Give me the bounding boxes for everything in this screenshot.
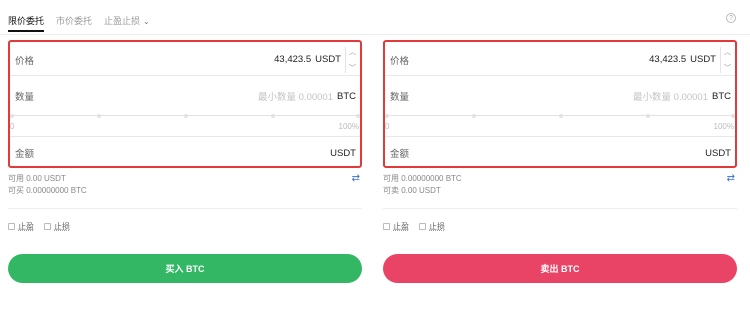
buy-total-field[interactable]: 金额 USDT — [10, 138, 360, 168]
chevron-up-icon[interactable]: ︿ — [724, 47, 731, 57]
buy-percent-slider[interactable]: 0 100% — [10, 114, 360, 137]
swap-arrows-icon[interactable]: ⇄ — [352, 173, 360, 185]
sell-btc-button[interactable]: 卖出 BTC — [383, 254, 737, 283]
buy-price-value[interactable]: 43,423.5 — [274, 54, 311, 65]
buy-price-unit: USDT — [315, 54, 341, 65]
slider-tick[interactable] — [385, 114, 389, 118]
sell-available: 可用 0.00000000 BTC — [383, 174, 462, 183]
slider-tick[interactable] — [731, 114, 735, 118]
sell-divider — [383, 208, 737, 209]
buy-order-form: 价格 43,423.5 USDT ︿ ﹀ 数量 最小数量 0.00001 BTC — [8, 40, 362, 168]
buy-stop-loss-label: 止损 — [54, 222, 70, 231]
buy-amount-field[interactable]: 数量 最小数量 0.00001 BTC — [10, 80, 360, 112]
sell-amount-unit: BTC — [712, 90, 731, 102]
sell-price-value[interactable]: 43,423.5 — [649, 54, 686, 65]
slider-tick[interactable] — [97, 114, 101, 118]
sell-price-unit: USDT — [690, 54, 716, 65]
buy-divider — [8, 208, 362, 209]
chevron-down-icon[interactable]: ﹀ — [724, 63, 731, 73]
buy-tpsl-options: 止盈 止损 — [8, 221, 362, 232]
buy-available: 可用 0.00 USDT — [8, 174, 66, 183]
sell-tpsl-options: 止盈 止损 — [383, 221, 737, 232]
checkbox-box[interactable] — [419, 223, 426, 230]
tabs-divider — [0, 34, 750, 35]
sell-stop-loss-checkbox[interactable]: 止损 — [419, 221, 445, 232]
sell-price-field[interactable]: 价格 43,423.5 USDT ︿ ﹀ — [385, 44, 735, 76]
buy-price-field[interactable]: 价格 43,423.5 USDT ︿ ﹀ — [10, 44, 360, 76]
tab-limit-order[interactable]: 限价委托 — [8, 14, 45, 32]
sell-stop-loss-label: 止损 — [429, 222, 445, 231]
sell-balance-info: 可用 0.00000000 BTC 可卖 0.00 USDT ⇄ — [383, 173, 737, 201]
sell-amount-field[interactable]: 数量 最小数量 0.00001 BTC — [385, 80, 735, 112]
buy-panel: 价格 43,423.5 USDT ︿ ﹀ 数量 最小数量 0.00001 BTC — [8, 40, 362, 283]
sell-total-unit: USDT — [705, 147, 731, 159]
sell-take-profit-label: 止盈 — [393, 222, 409, 231]
buy-btc-button[interactable]: 买入 BTC — [8, 254, 362, 283]
tab-market-order[interactable]: 市价委托 — [56, 14, 92, 27]
slider-tick[interactable] — [472, 114, 476, 118]
slider-max-label: 100% — [338, 122, 359, 131]
slider-track[interactable] — [10, 114, 360, 118]
buy-price-stepper[interactable]: ︿ ﹀ — [345, 47, 359, 73]
slider-tick[interactable] — [184, 114, 188, 118]
sell-take-profit-checkbox[interactable]: 止盈 — [383, 221, 409, 232]
slider-min-label: 0 — [10, 122, 15, 131]
buy-max-amount: 可买 0.00000000 BTC — [8, 186, 87, 195]
buy-amount-label: 数量 — [15, 92, 35, 103]
checkbox-box[interactable] — [383, 223, 390, 230]
slider-max-label: 100% — [713, 122, 734, 131]
buy-take-profit-checkbox[interactable]: 止盈 — [8, 221, 34, 232]
sell-order-form: 价格 43,423.5 USDT ︿ ﹀ 数量 最小数量 0.00001 BTC — [383, 40, 737, 168]
order-type-tabs: 限价委托 市价委托 止盈止损 ⌄ — [8, 10, 150, 32]
tab-stop-order-label: 止盈止损 — [104, 15, 141, 26]
buy-stop-loss-checkbox[interactable]: 止损 — [44, 221, 70, 232]
sell-max-amount: 可卖 0.00 USDT — [383, 186, 441, 195]
chevron-down-icon[interactable]: ﹀ — [349, 63, 356, 73]
sell-total-field[interactable]: 金额 USDT — [385, 138, 735, 168]
buy-take-profit-label: 止盈 — [18, 222, 34, 231]
sell-amount-label: 数量 — [390, 92, 410, 103]
slider-tick[interactable] — [559, 114, 563, 118]
buy-amount-placeholder[interactable]: 最小数量 0.00001 — [258, 89, 333, 103]
question-circle-icon[interactable]: ? — [726, 13, 736, 23]
slider-tick[interactable] — [646, 114, 650, 118]
swap-arrows-icon[interactable]: ⇄ — [727, 173, 735, 185]
sell-panel: 价格 43,423.5 USDT ︿ ﹀ 数量 最小数量 0.00001 BTC — [383, 40, 737, 283]
chevron-up-icon[interactable]: ︿ — [349, 47, 356, 57]
buy-price-label: 价格 — [15, 55, 35, 67]
slider-tick[interactable] — [10, 114, 14, 118]
slider-track[interactable] — [385, 114, 735, 118]
slider-min-label: 0 — [385, 122, 390, 131]
buy-balance-info: 可用 0.00 USDT 可买 0.00000000 BTC ⇄ — [8, 173, 362, 201]
buy-amount-unit: BTC — [337, 90, 356, 102]
slider-tick[interactable] — [271, 114, 275, 118]
sell-percent-slider[interactable]: 0 100% — [385, 114, 735, 137]
checkbox-box[interactable] — [8, 223, 15, 230]
sell-amount-placeholder[interactable]: 最小数量 0.00001 — [633, 89, 708, 103]
sell-price-stepper[interactable]: ︿ ﹀ — [720, 47, 734, 73]
sell-price-label: 价格 — [390, 55, 410, 67]
checkbox-box[interactable] — [44, 223, 51, 230]
buy-total-unit: USDT — [330, 147, 356, 159]
chevron-down-icon: ⌄ — [143, 16, 150, 26]
sell-total-label: 金额 — [390, 149, 410, 160]
tab-stop-order[interactable]: 止盈止损 ⌄ — [104, 14, 150, 27]
slider-tick[interactable] — [356, 114, 360, 118]
buy-total-label: 金额 — [15, 149, 35, 160]
